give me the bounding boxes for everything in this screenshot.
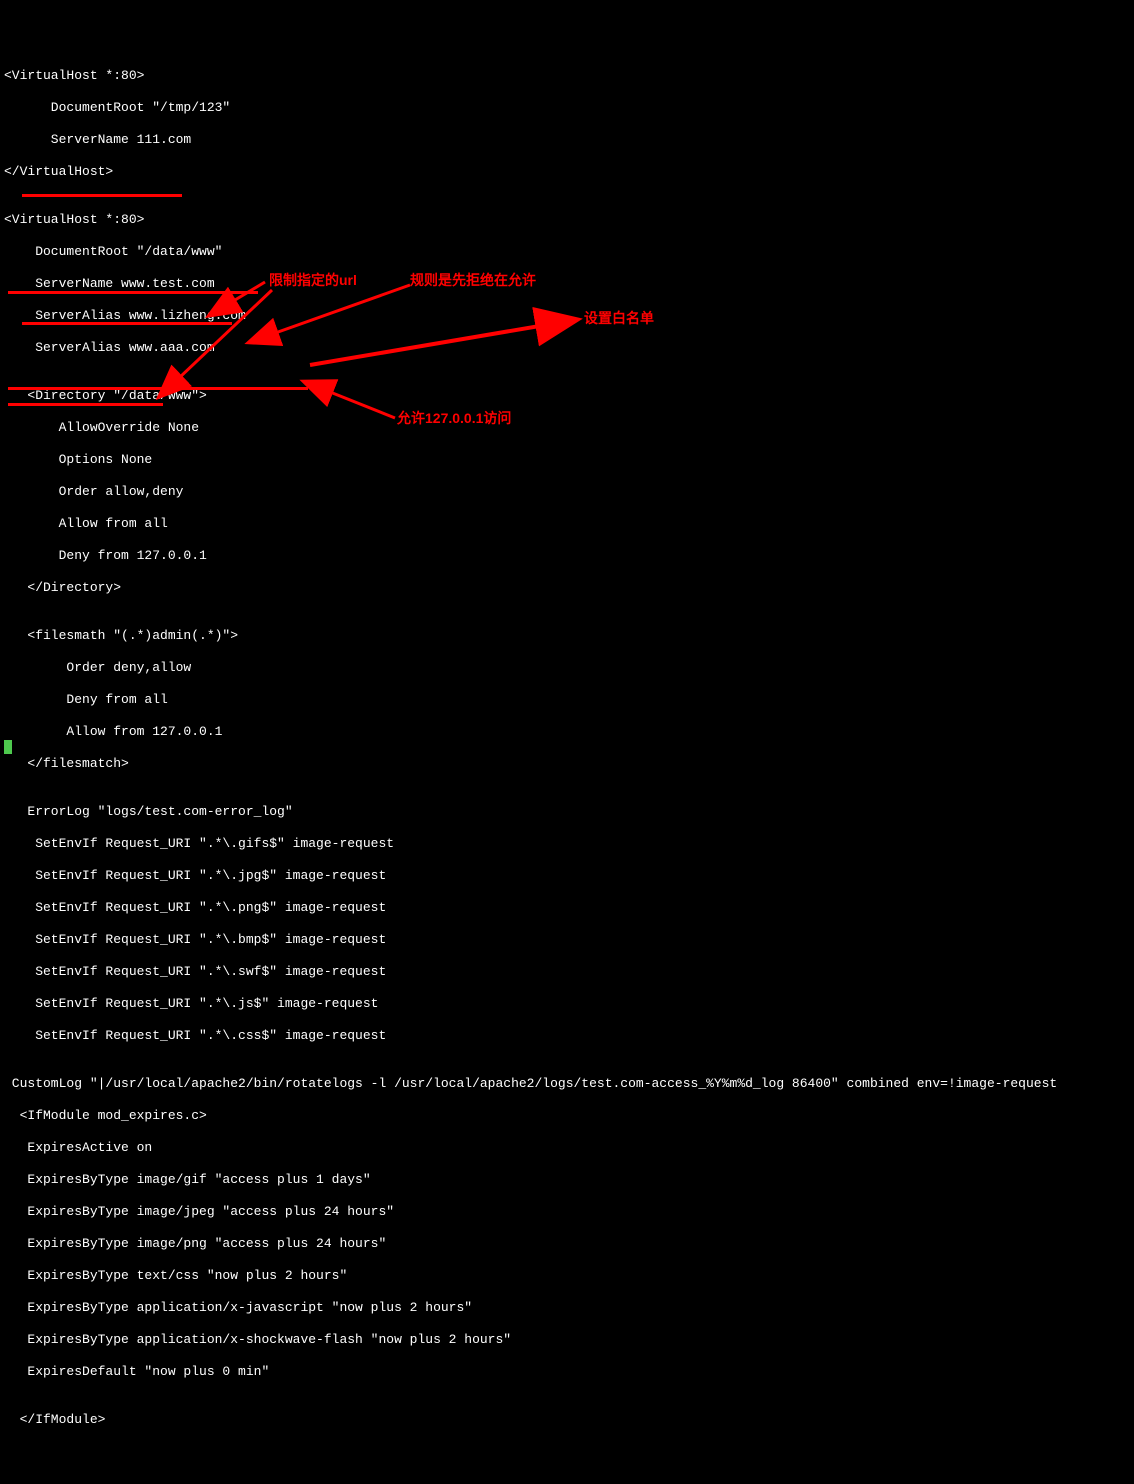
- code-line: SetEnvIf Request_URI ".*\.js$" image-req…: [4, 996, 1130, 1012]
- code-line: </filesmatch>: [4, 756, 1130, 772]
- code-line: Options None: [4, 452, 1130, 468]
- code-line: Deny from 127.0.0.1: [4, 548, 1130, 564]
- annotation-rule-deny-allow: 规则是先拒绝在允许: [410, 272, 536, 288]
- code-line: Order allow,deny: [4, 484, 1130, 500]
- code-line: ExpiresActive on: [4, 1140, 1130, 1156]
- code-line: Order deny,allow: [4, 660, 1130, 676]
- code-line: <VirtualHost *:80>: [4, 68, 1130, 84]
- code-line: CustomLog "|/usr/local/apache2/bin/rotat…: [4, 1076, 1130, 1092]
- code-line: SetEnvIf Request_URI ".*\.gifs$" image-r…: [4, 836, 1130, 852]
- code-line: Deny from all: [4, 692, 1130, 708]
- annotation-whitelist: 设置白名单: [584, 310, 654, 326]
- code-line: SetEnvIf Request_URI ".*\.jpg$" image-re…: [4, 868, 1130, 884]
- annotation-allow-local: 允许127.0.0.1访问: [397, 410, 511, 426]
- code-line: DocumentRoot "/data/www": [4, 244, 1130, 260]
- code-line: DocumentRoot "/tmp/123": [4, 100, 1130, 116]
- code-line: <VirtualHost *:80>: [4, 212, 1130, 228]
- code-line: AllowOverride None: [4, 420, 1130, 436]
- code-line: <Directory "/data/www">: [4, 388, 1130, 404]
- code-line: ServerName 111.com: [4, 132, 1130, 148]
- code-line: <filesmath "(.*)admin(.*)">: [4, 628, 1130, 644]
- code-line: SetEnvIf Request_URI ".*\.bmp$" image-re…: [4, 932, 1130, 948]
- code-line: ExpiresByType image/png "access plus 24 …: [4, 1236, 1130, 1252]
- code-line: Allow from all: [4, 516, 1130, 532]
- code-line: ExpiresByType text/css "now plus 2 hours…: [4, 1268, 1130, 1284]
- code-line: ExpiresByType application/x-shockwave-fl…: [4, 1332, 1130, 1348]
- code-line: </VirtualHost>: [4, 164, 1130, 180]
- code-line: Allow from 127.0.0.1: [4, 724, 1130, 740]
- code-line: ExpiresByType image/gif "access plus 1 d…: [4, 1172, 1130, 1188]
- code-line: ExpiresByType application/x-javascript "…: [4, 1300, 1130, 1316]
- annotation-limit-url: 限制指定的url: [269, 272, 357, 288]
- code-line: SetEnvIf Request_URI ".*\.png$" image-re…: [4, 900, 1130, 916]
- underline-filesmatch-open: [22, 322, 232, 325]
- underline-directory-open: [22, 194, 182, 197]
- underline-filesmatch-close: [8, 403, 163, 406]
- code-line: SetEnvIf Request_URI ".*\.swf$" image-re…: [4, 964, 1130, 980]
- underline-directory-close: [8, 291, 258, 294]
- code-line: ServerAlias www.aaa.com: [4, 340, 1130, 356]
- code-line: </Directory>: [4, 580, 1130, 596]
- code-line: <IfModule mod_expires.c>: [4, 1108, 1130, 1124]
- code-line: ExpiresDefault "now plus 0 min": [4, 1364, 1130, 1380]
- code-line: ExpiresByType image/jpeg "access plus 24…: [4, 1204, 1130, 1220]
- code-line: ErrorLog "logs/test.com-error_log": [4, 804, 1130, 820]
- code-line: </IfModule>: [4, 1412, 1130, 1428]
- underline-allow-line: [8, 387, 308, 390]
- code-line: SetEnvIf Request_URI ".*\.css$" image-re…: [4, 1028, 1130, 1044]
- code-line: ServerName www.test.com: [4, 276, 1130, 292]
- terminal-cursor: [4, 740, 12, 754]
